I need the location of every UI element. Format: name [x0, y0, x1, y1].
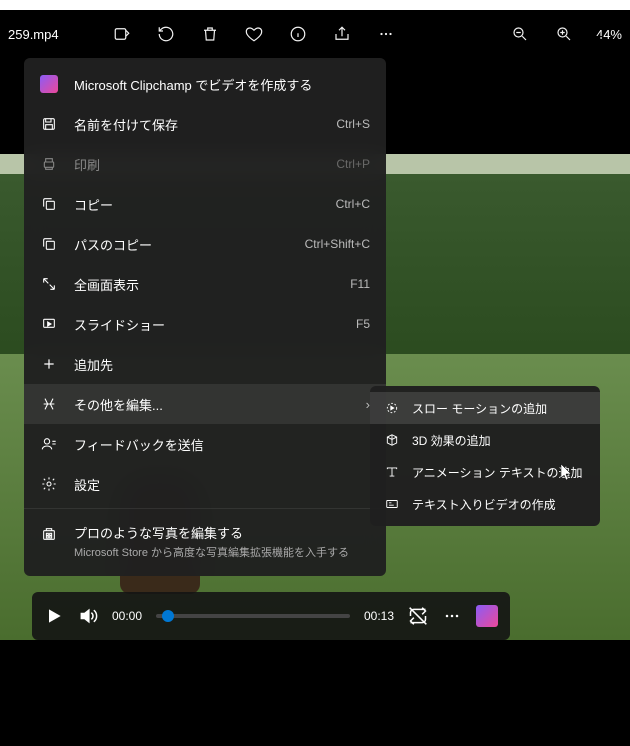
edit-submenu: スロー モーションの追加 3D 効果の追加 アニメーション テキストの追加 テキ… — [370, 386, 600, 526]
menu-label: フィードバックを送信 — [74, 435, 370, 454]
plus-icon — [40, 355, 58, 373]
seek-thumb[interactable] — [162, 610, 174, 622]
slow-motion-icon — [384, 400, 400, 416]
menu-shortcut: Ctrl+Shift+C — [305, 237, 370, 251]
loop-button[interactable] — [408, 606, 428, 626]
rotate-icon[interactable] — [154, 22, 178, 46]
zoom-in-icon[interactable] — [552, 22, 576, 46]
menu-feedback[interactable]: フィードバックを送信 — [24, 424, 386, 464]
create-video-icon — [384, 496, 400, 512]
toolbar-center-icons — [110, 22, 398, 46]
menu-separator — [24, 508, 386, 509]
edit-more-icon — [40, 395, 58, 413]
pro-subtitle: Microsoft Store から高度な写真編集拡張機能を入手する — [74, 544, 370, 560]
play-button[interactable] — [44, 606, 64, 626]
fullscreen-icon — [40, 275, 58, 293]
save-icon — [40, 115, 58, 133]
3d-effects-icon — [384, 432, 400, 448]
toolbar-right: 44% — [508, 22, 622, 46]
seek-bar[interactable] — [156, 614, 350, 618]
menu-label: スライドショー — [74, 315, 340, 334]
store-icon — [40, 525, 58, 543]
menu-copy-path[interactable]: パスのコピー Ctrl+Shift+C — [24, 224, 386, 264]
copy-path-icon — [40, 235, 58, 253]
clipchamp-icon — [40, 75, 58, 93]
minimize-button[interactable] — [578, 21, 618, 51]
menu-label: 名前を付けて保存 — [74, 115, 320, 134]
slideshow-icon — [40, 315, 58, 333]
submenu-create-video[interactable]: テキスト入りビデオの作成 — [370, 488, 600, 520]
pro-title: プロのような写真を編集する — [74, 523, 370, 542]
menu-label: その他を編集... — [74, 395, 350, 414]
menu-fullscreen[interactable]: 全画面表示 F11 — [24, 264, 386, 304]
menu-print: 印刷 Ctrl+P — [24, 144, 386, 184]
edit-icon[interactable] — [110, 22, 134, 46]
menu-slideshow[interactable]: スライドショー F5 — [24, 304, 386, 344]
menu-clipchamp[interactable]: Microsoft Clipchamp でビデオを作成する — [24, 64, 386, 104]
delete-icon[interactable] — [198, 22, 222, 46]
menu-label: 印刷 — [74, 155, 320, 174]
info-icon[interactable] — [286, 22, 310, 46]
submenu-slow-motion[interactable]: スロー モーションの追加 — [370, 392, 600, 424]
share-icon[interactable] — [330, 22, 354, 46]
print-icon — [40, 155, 58, 173]
player-more-button[interactable] — [442, 606, 462, 626]
animated-text-icon — [384, 464, 400, 480]
submenu-label: テキスト入りビデオの作成 — [412, 496, 556, 513]
menu-edit-more[interactable]: その他を編集... › — [24, 384, 386, 424]
menu-shortcut: F5 — [356, 317, 370, 331]
context-menu: Microsoft Clipchamp でビデオを作成する 名前を付けて保存 C… — [24, 58, 386, 576]
menu-add-to[interactable]: 追加先 — [24, 344, 386, 384]
time-duration: 00:13 — [364, 609, 394, 623]
copy-icon — [40, 195, 58, 213]
menu-shortcut: F11 — [350, 277, 370, 291]
player-controls: 00:00 00:13 — [32, 592, 510, 640]
submenu-label: スロー モーションの追加 — [412, 400, 547, 417]
feedback-icon — [40, 435, 58, 453]
favorite-icon[interactable] — [242, 22, 266, 46]
menu-label: 全画面表示 — [74, 275, 334, 294]
menu-shortcut: Ctrl+P — [336, 157, 370, 171]
clipchamp-button[interactable] — [476, 605, 498, 627]
menu-settings[interactable]: 設定 — [24, 464, 386, 504]
menu-label: 追加先 — [74, 355, 370, 374]
menu-pro-edit[interactable]: プロのような写真を編集する Microsoft Store から高度な写真編集拡… — [24, 513, 386, 570]
menu-label: パスのコピー — [74, 235, 289, 254]
menu-shortcut: Ctrl+C — [336, 197, 370, 211]
menu-label: 設定 — [74, 475, 370, 494]
menu-label: Microsoft Clipchamp でビデオを作成する — [74, 75, 370, 94]
menu-save-as[interactable]: 名前を付けて保存 Ctrl+S — [24, 104, 386, 144]
zoom-out-icon[interactable] — [508, 22, 532, 46]
time-current: 00:00 — [112, 609, 142, 623]
menu-label: コピー — [74, 195, 320, 214]
more-icon[interactable] — [374, 22, 398, 46]
submenu-animated-text[interactable]: アニメーション テキストの追加 — [370, 456, 600, 488]
submenu-label: 3D 効果の追加 — [412, 432, 491, 449]
volume-button[interactable] — [78, 606, 98, 626]
filename: 259.mp4 — [8, 27, 59, 42]
menu-copy[interactable]: コピー Ctrl+C — [24, 184, 386, 224]
submenu-3d-effects[interactable]: 3D 効果の追加 — [370, 424, 600, 456]
toolbar: 259.mp4 44% — [0, 10, 630, 58]
content-area: 00:00 00:13 Microsoft Clipchamp でビデオを作成す… — [0, 58, 630, 746]
submenu-label: アニメーション テキストの追加 — [412, 464, 583, 481]
gear-icon — [40, 475, 58, 493]
menu-shortcut: Ctrl+S — [336, 117, 370, 131]
